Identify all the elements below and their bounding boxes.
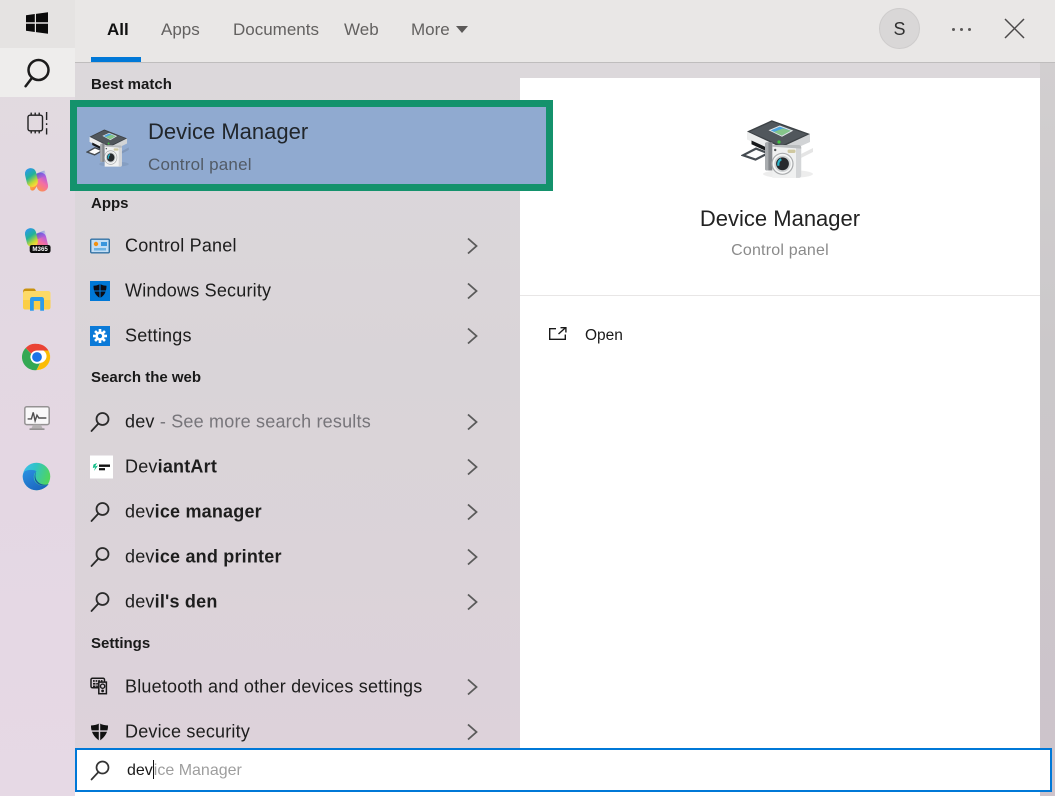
svg-text:M365: M365 (32, 246, 48, 253)
